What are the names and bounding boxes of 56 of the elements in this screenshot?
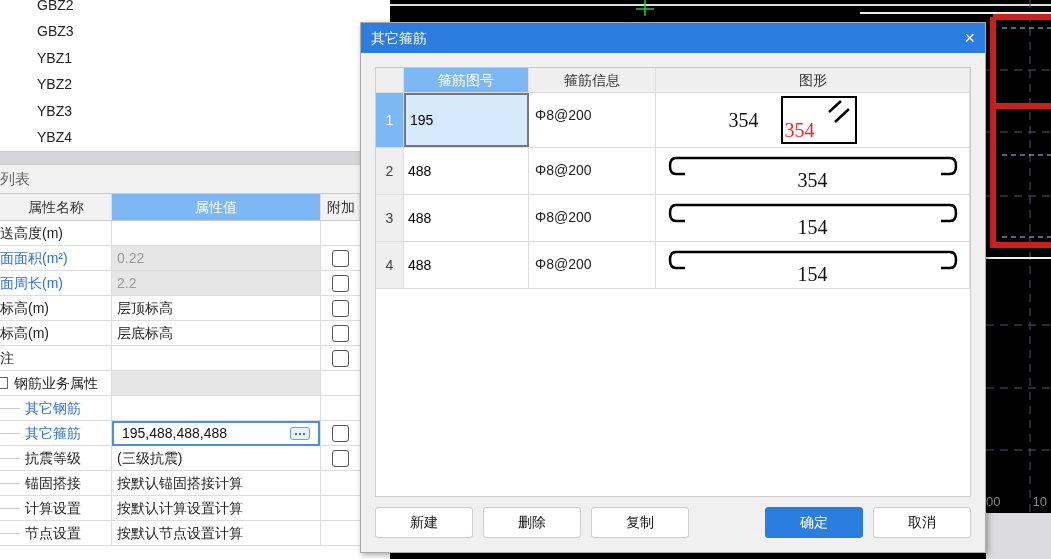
checkbox[interactable] bbox=[332, 299, 349, 317]
panel-title: 列表 bbox=[0, 168, 30, 189]
property-name: 标高(m) bbox=[0, 298, 49, 318]
column-header[interactable]: 属性名称 bbox=[0, 194, 112, 220]
shape-length: 354 bbox=[728, 108, 759, 133]
dialog-button[interactable]: 删除 bbox=[483, 507, 581, 538]
property-name: 其它钢筋 bbox=[25, 398, 81, 418]
dialog-button[interactable]: 复制 bbox=[591, 507, 689, 538]
dialog-button[interactable]: 确定 bbox=[765, 507, 863, 538]
property-value: 2.2 bbox=[116, 273, 138, 293]
component-item[interactable]: GBZ2 bbox=[37, 0, 390, 19]
table-cell: Φ8@200 bbox=[529, 195, 656, 241]
column-header[interactable]: 箍筋信息 bbox=[529, 68, 656, 92]
property-name: 节点设置 bbox=[25, 523, 81, 543]
dialog-title: 其它箍筋 bbox=[371, 28, 427, 48]
row-number[interactable]: 3 bbox=[376, 195, 404, 241]
table-cell: Φ8@200 bbox=[529, 93, 656, 147]
checkbox[interactable] bbox=[332, 349, 349, 367]
stirrup-drawing: 354 bbox=[780, 96, 857, 144]
table-cell: 488 bbox=[404, 242, 529, 288]
property-name: 计算设置 bbox=[25, 498, 81, 518]
shape-length: 154 bbox=[797, 264, 828, 284]
checkbox[interactable] bbox=[332, 324, 349, 342]
table-cell: Φ8@200 bbox=[529, 242, 656, 288]
property-name: 锚固搭接 bbox=[25, 473, 81, 493]
property-value: 按默认计算设置计算 bbox=[116, 498, 244, 518]
ruler-label: 00 bbox=[986, 493, 1001, 511]
property-name: 抗震等级 bbox=[25, 448, 81, 468]
column-header[interactable]: 图形 bbox=[656, 68, 970, 92]
property-name: 其它箍筋 bbox=[25, 424, 81, 443]
row-number[interactable]: 2 bbox=[376, 148, 404, 194]
property-name: 钢筋业务属性 bbox=[14, 373, 98, 393]
property-value: 层顶标高 bbox=[116, 298, 174, 318]
property-name: 送高度(m) bbox=[0, 223, 63, 243]
property-name: 面面积(m²) bbox=[0, 248, 68, 268]
status-strip bbox=[986, 513, 1051, 559]
shape-length: 354 bbox=[797, 170, 828, 190]
property-value: 0.22 bbox=[116, 248, 146, 268]
property-value: 按默认节点设置计算 bbox=[116, 523, 244, 543]
dialog-button[interactable]: 取消 bbox=[873, 507, 971, 538]
table-cell: 195 bbox=[404, 93, 529, 147]
row-number[interactable]: 4 bbox=[376, 242, 404, 288]
property-value: 层底标高 bbox=[116, 323, 174, 343]
property-name: 标高(m) bbox=[0, 323, 49, 343]
property-name: 注 bbox=[0, 348, 14, 368]
dialog-button[interactable]: 新建 bbox=[375, 507, 473, 538]
table-cell: 488 bbox=[404, 195, 529, 241]
table-cell: Φ8@200 bbox=[529, 148, 656, 194]
property-value: 按默认锚固搭接计算 bbox=[116, 473, 244, 493]
shape-length: 154 bbox=[797, 217, 828, 237]
property-value: (三级抗震) bbox=[116, 448, 184, 468]
ruler-label: 10 bbox=[1032, 493, 1047, 511]
close-button[interactable]: × bbox=[964, 29, 975, 47]
property-name: 面周长(m) bbox=[0, 273, 63, 293]
table-cell: 488 bbox=[404, 148, 529, 194]
column-header[interactable]: 附加 bbox=[321, 194, 360, 220]
